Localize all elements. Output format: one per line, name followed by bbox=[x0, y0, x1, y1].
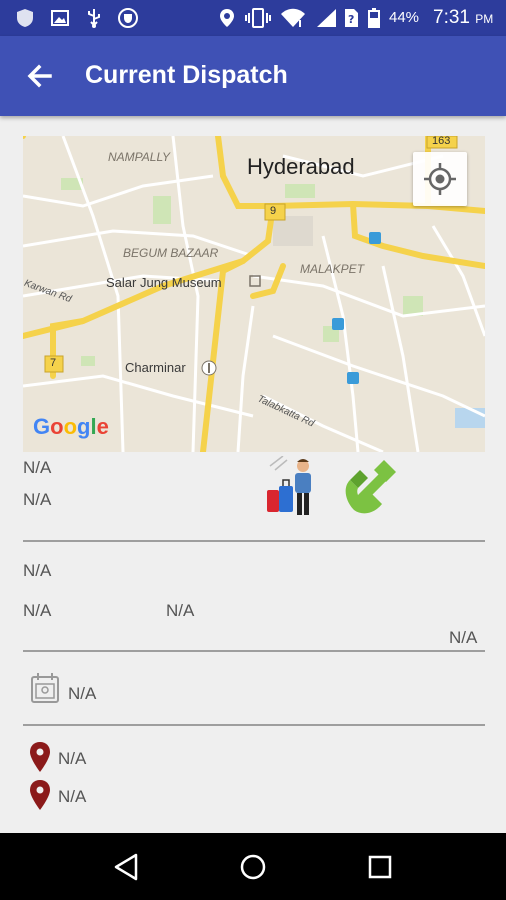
vibrate-icon bbox=[245, 8, 271, 28]
dispatch-field-c: N/A bbox=[166, 601, 195, 620]
dispatch-line2: N/A bbox=[23, 490, 52, 509]
divider-1 bbox=[23, 540, 485, 542]
google-logo: Google bbox=[33, 414, 109, 439]
usb-icon bbox=[88, 9, 100, 28]
pickup-pin-icon bbox=[30, 742, 50, 772]
map-label-nampally: NAMPALLY bbox=[108, 150, 171, 164]
page-title: Current Dispatch bbox=[85, 61, 288, 89]
map-view[interactable]: 9 7 163 Hyderabad NAMPALLY BEGUM BAZAAR … bbox=[23, 136, 485, 452]
arrow-back-icon[interactable] bbox=[20, 56, 60, 96]
signal-icon bbox=[317, 9, 336, 27]
location-icon bbox=[220, 9, 234, 27]
dropoff-address: N/A bbox=[58, 787, 87, 806]
battery-percent: 44% bbox=[389, 9, 420, 26]
calendar-icon bbox=[31, 673, 59, 703]
my-location-icon bbox=[424, 163, 456, 195]
map-label-charminar: Charminar bbox=[125, 360, 186, 375]
passenger-luggage-icon[interactable] bbox=[265, 456, 325, 516]
back-triangle-icon[interactable] bbox=[110, 850, 144, 884]
divider-2 bbox=[23, 650, 485, 652]
image-icon bbox=[51, 10, 69, 26]
map-label-salar-jung: Salar Jung Museum bbox=[106, 275, 222, 290]
shield-nh7: 7 bbox=[50, 357, 57, 369]
wifi-icon bbox=[281, 8, 305, 27]
divider-3 bbox=[23, 724, 485, 726]
home-circle-icon[interactable] bbox=[236, 850, 270, 884]
status-bar: ? 44% 7:31 PM bbox=[0, 0, 506, 36]
app-bar: Current Dispatch bbox=[0, 36, 506, 116]
shield-nh9: 9 bbox=[270, 205, 277, 217]
navigation-bar bbox=[0, 833, 506, 900]
vpn-icon bbox=[118, 8, 138, 28]
map-label-begum-bazaar: BEGUM BAZAAR bbox=[123, 246, 219, 260]
svg-text:?: ? bbox=[348, 13, 354, 26]
recents-square-icon[interactable] bbox=[363, 850, 397, 884]
pickup-address: N/A bbox=[58, 749, 87, 768]
shield-nh163: 163 bbox=[432, 136, 451, 147]
sim-icon: ? bbox=[345, 9, 358, 27]
map-city-label: Hyderabad bbox=[247, 154, 355, 179]
my-location-button[interactable] bbox=[413, 152, 467, 206]
shield-icon bbox=[17, 9, 33, 27]
dropoff-pin-icon bbox=[30, 780, 50, 810]
phone-call-icon[interactable] bbox=[340, 458, 398, 516]
map-label-malakpet: MALAKPET bbox=[300, 262, 365, 276]
dispatch-field-d: N/A bbox=[449, 628, 478, 647]
date-value: N/A bbox=[68, 684, 97, 703]
dispatch-field-a: N/A bbox=[23, 561, 52, 580]
dispatch-line1: N/A bbox=[23, 458, 52, 477]
clock: 7:31 PM bbox=[433, 7, 494, 28]
battery-icon bbox=[368, 8, 380, 28]
dispatch-field-b: N/A bbox=[23, 601, 52, 620]
